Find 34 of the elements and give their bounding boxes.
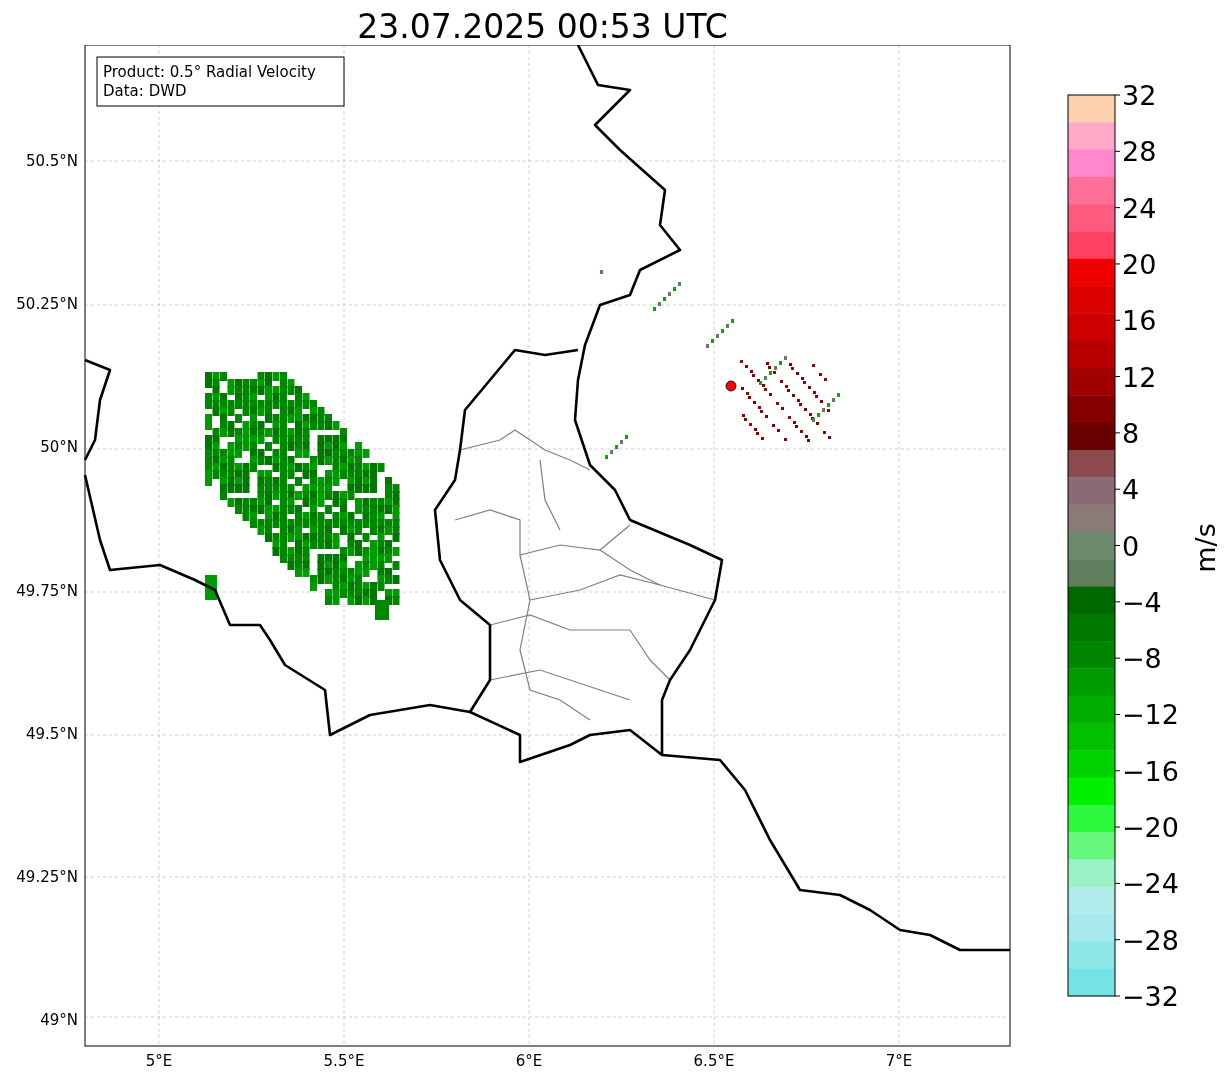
colorbar-label: m/s: [1190, 523, 1221, 573]
colorbar-tick-label: −4: [1122, 586, 1162, 618]
longitude-tick-label: 5°E: [145, 1052, 173, 1070]
colorbar-tick-label: −20: [1122, 812, 1179, 844]
colorbar-tick-label: 12: [1122, 361, 1157, 393]
latitude-tick-label: 49.25°N: [16, 868, 78, 886]
radar-site-marker: [725, 380, 737, 392]
colorbar-tick-label: −24: [1122, 868, 1179, 900]
colorbar-tick-label: 20: [1122, 248, 1157, 280]
colorbar-tick-label: −12: [1122, 699, 1179, 731]
longitude-tick-label: 6.5°E: [693, 1052, 735, 1070]
colorbar-tick-label: −28: [1122, 924, 1179, 956]
longitude-tick-label: 6°E: [515, 1052, 543, 1070]
latitude-tick-label: 50.5°N: [25, 152, 78, 170]
colorbar-tick-label: 24: [1122, 192, 1157, 224]
longitude-tick-label: 5.5°E: [323, 1052, 365, 1070]
colorbar-tick-label: 16: [1122, 305, 1157, 337]
longitude-tick-label: 7°E: [885, 1052, 913, 1070]
colorbar-tick-label: 4: [1122, 474, 1140, 506]
info-text: Product: 0.5° Radial Velocity: [103, 63, 316, 81]
colorbar-tick-label: 8: [1122, 417, 1140, 449]
latitude-tick-label: 49°N: [40, 1011, 78, 1030]
latitude-tick-label: 49.75°N: [16, 581, 78, 600]
latitude-tick-label: 50°N: [40, 438, 78, 457]
colorbar-tick-label: 0: [1122, 530, 1140, 562]
info-text: Data: DWD: [103, 82, 187, 100]
latitude-tick-label: 49.5°N: [25, 724, 78, 743]
colorbar-tick-label: −8: [1122, 643, 1162, 675]
colorbar-tick-label: 28: [1122, 136, 1157, 168]
colorbar-tick-label: 32: [1122, 80, 1157, 111]
colorbar-tick-label: −32: [1122, 981, 1179, 1012]
chart-title: 23.07.2025 00:53 UTC: [357, 10, 728, 45]
colorbar-tick-label: −16: [1122, 755, 1179, 787]
latitude-tick-label: 50.25°N: [16, 295, 78, 314]
